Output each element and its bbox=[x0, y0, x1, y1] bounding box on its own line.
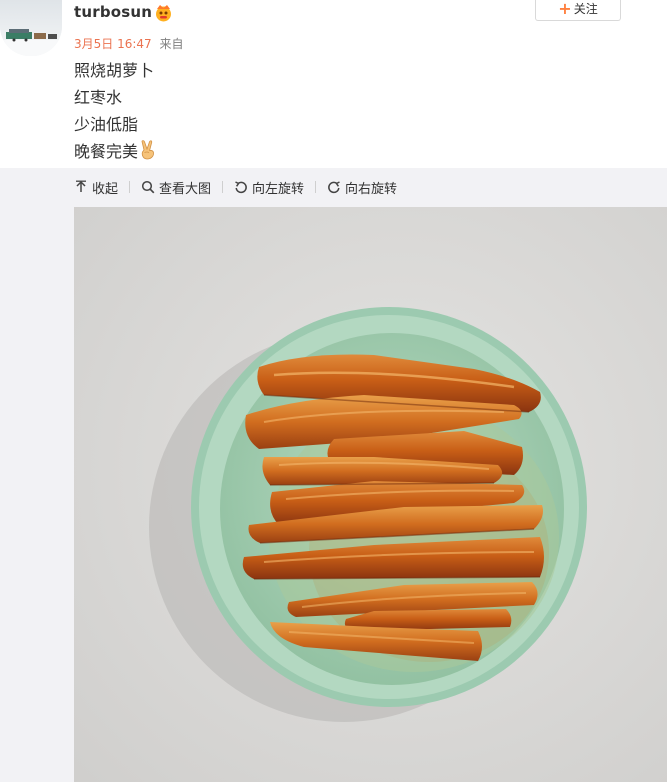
follow-label: 关注 bbox=[573, 2, 598, 16]
rotate-left-icon bbox=[235, 181, 247, 194]
follow-button[interactable]: + 关注 bbox=[535, 0, 621, 21]
post-text: 照烧胡萝卜 红枣水 少油低脂 晚餐完美 bbox=[74, 57, 157, 165]
rotate-right-label: 向右旋转 bbox=[345, 181, 398, 197]
view-large-button[interactable]: 查看大图 bbox=[141, 178, 211, 197]
toolbar-divider bbox=[315, 181, 317, 193]
magnifier-icon bbox=[141, 180, 155, 194]
post-line-4: 晚餐完美 bbox=[74, 138, 157, 165]
carrots-in-bowl-photo bbox=[74, 207, 667, 782]
post-line-2: 红枣水 bbox=[74, 88, 123, 107]
username[interactable]: turbosun bbox=[74, 3, 152, 21]
avatar-snow-scene bbox=[0, 0, 62, 56]
post-photo[interactable] bbox=[74, 207, 667, 782]
rotate-right-icon bbox=[328, 181, 340, 194]
victory-hand-emoji bbox=[139, 140, 157, 168]
media-toolbar: 收起 查看大图 向左旋转 向右旋转 bbox=[74, 176, 397, 198]
post-time[interactable]: 3月5日 16:47 bbox=[74, 37, 152, 51]
toolbar-divider bbox=[222, 181, 224, 193]
toolbar-divider bbox=[129, 181, 131, 193]
plus-icon: + bbox=[558, 0, 572, 18]
post-meta: 3月5日 16:47 来自 bbox=[74, 35, 184, 52]
rotate-left-button[interactable]: 向左旋转 bbox=[234, 178, 304, 197]
post-line-4-text: 晚餐完美 bbox=[74, 142, 139, 161]
collapse-button[interactable]: 收起 bbox=[74, 178, 118, 197]
view-large-label: 查看大图 bbox=[159, 181, 212, 197]
collapse-label: 收起 bbox=[92, 181, 119, 197]
vip-badge-icon[interactable] bbox=[153, 4, 174, 22]
avatar[interactable] bbox=[0, 0, 62, 56]
rotate-right-button[interactable]: 向右旋转 bbox=[327, 178, 397, 197]
weibo-post: turbosun 3月5日 16:47 来自 + 关注 照烧胡萝卜 红枣水 少油… bbox=[0, 0, 667, 782]
post-line-1: 照烧胡萝卜 bbox=[74, 61, 155, 80]
rotate-left-label: 向左旋转 bbox=[252, 181, 305, 197]
arrow-up-icon bbox=[76, 180, 86, 192]
post-line-3: 少油低脂 bbox=[74, 115, 139, 134]
post-source-prefix: 来自 bbox=[159, 37, 184, 51]
